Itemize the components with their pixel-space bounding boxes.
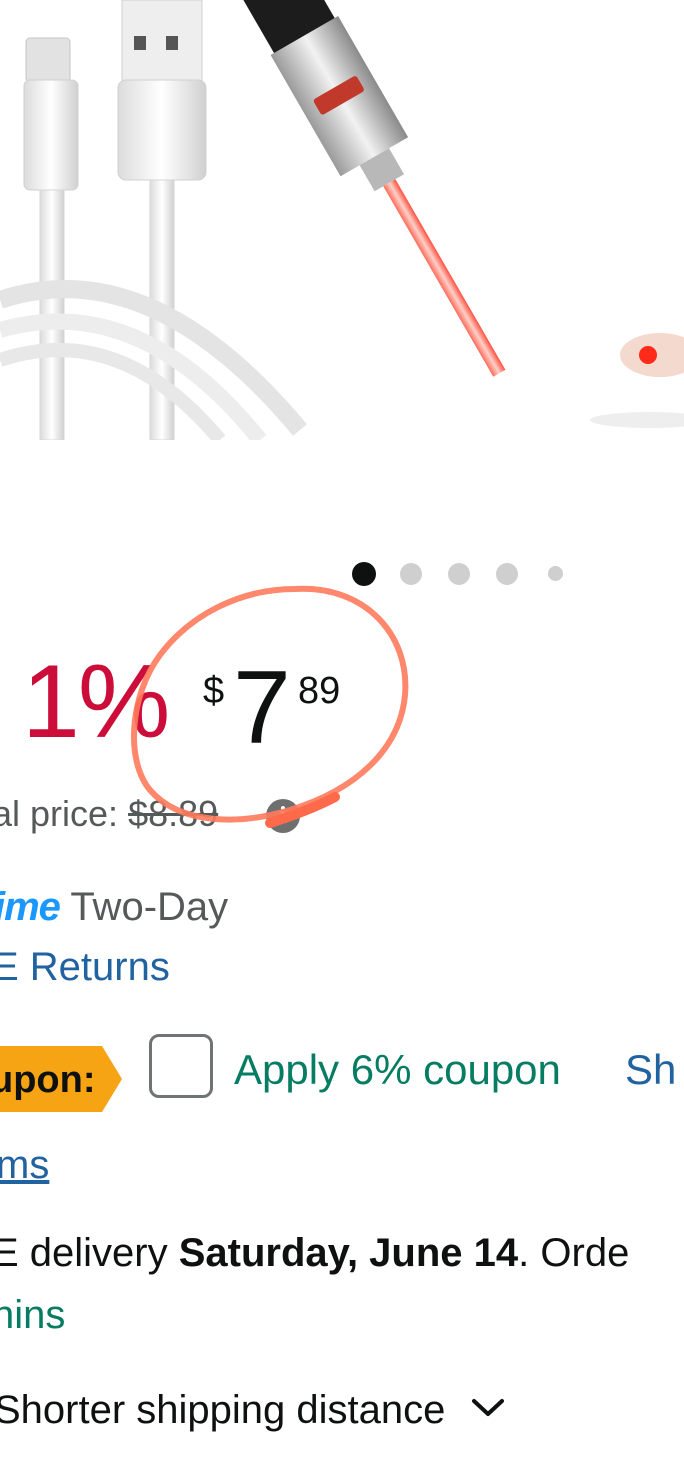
coupon-badge-label: upon:	[0, 1059, 96, 1101]
delivery-date: Saturday, June 14	[178, 1231, 519, 1275]
shop-items-link[interactable]: Sh	[625, 1046, 676, 1094]
carousel-dot-4[interactable]	[496, 563, 518, 585]
delivery-info: E delivery Saturday, June 14. Orde	[0, 1231, 629, 1276]
product-image[interactable]	[0, 0, 684, 440]
delivery-prefix: E delivery	[0, 1231, 179, 1275]
carousel-dot-2[interactable]	[400, 563, 422, 585]
carousel-dot-5[interactable]	[548, 566, 563, 581]
order-countdown: nins	[0, 1293, 66, 1337]
list-price: al price: $8.89	[0, 793, 218, 835]
discount-percent: 1%	[22, 644, 170, 760]
two-day-text: Two-Day	[59, 885, 229, 929]
list-price-value: $8.89	[128, 793, 219, 834]
price-whole: 7	[233, 650, 291, 766]
terms-link[interactable]: ms	[0, 1143, 49, 1188]
apply-coupon-checkbox[interactable]	[149, 1034, 213, 1098]
carousel-dot-3[interactable]	[448, 563, 470, 585]
shorter-shipping-label: Shorter shipping distance	[0, 1388, 446, 1432]
carousel-dot-1[interactable]	[352, 562, 376, 586]
product-photo	[0, 0, 684, 440]
list-price-label: al price:	[0, 793, 129, 834]
apply-coupon-label[interactable]: Apply 6% coupon	[234, 1046, 561, 1094]
free-returns-link[interactable]: E Returns	[0, 945, 170, 990]
price-currency: $	[203, 670, 225, 712]
info-icon[interactable]: i	[266, 799, 300, 833]
prime-logo-text: ime	[0, 885, 61, 929]
prime-two-day: ime Two-Day	[0, 885, 228, 930]
coupon-badge: upon:	[0, 1046, 122, 1112]
price-fraction: 89	[298, 670, 341, 712]
chevron-down-icon	[471, 1399, 504, 1416]
delivery-suffix: . Orde	[518, 1231, 630, 1275]
shorter-shipping-toggle[interactable]: Shorter shipping distance	[0, 1388, 505, 1433]
